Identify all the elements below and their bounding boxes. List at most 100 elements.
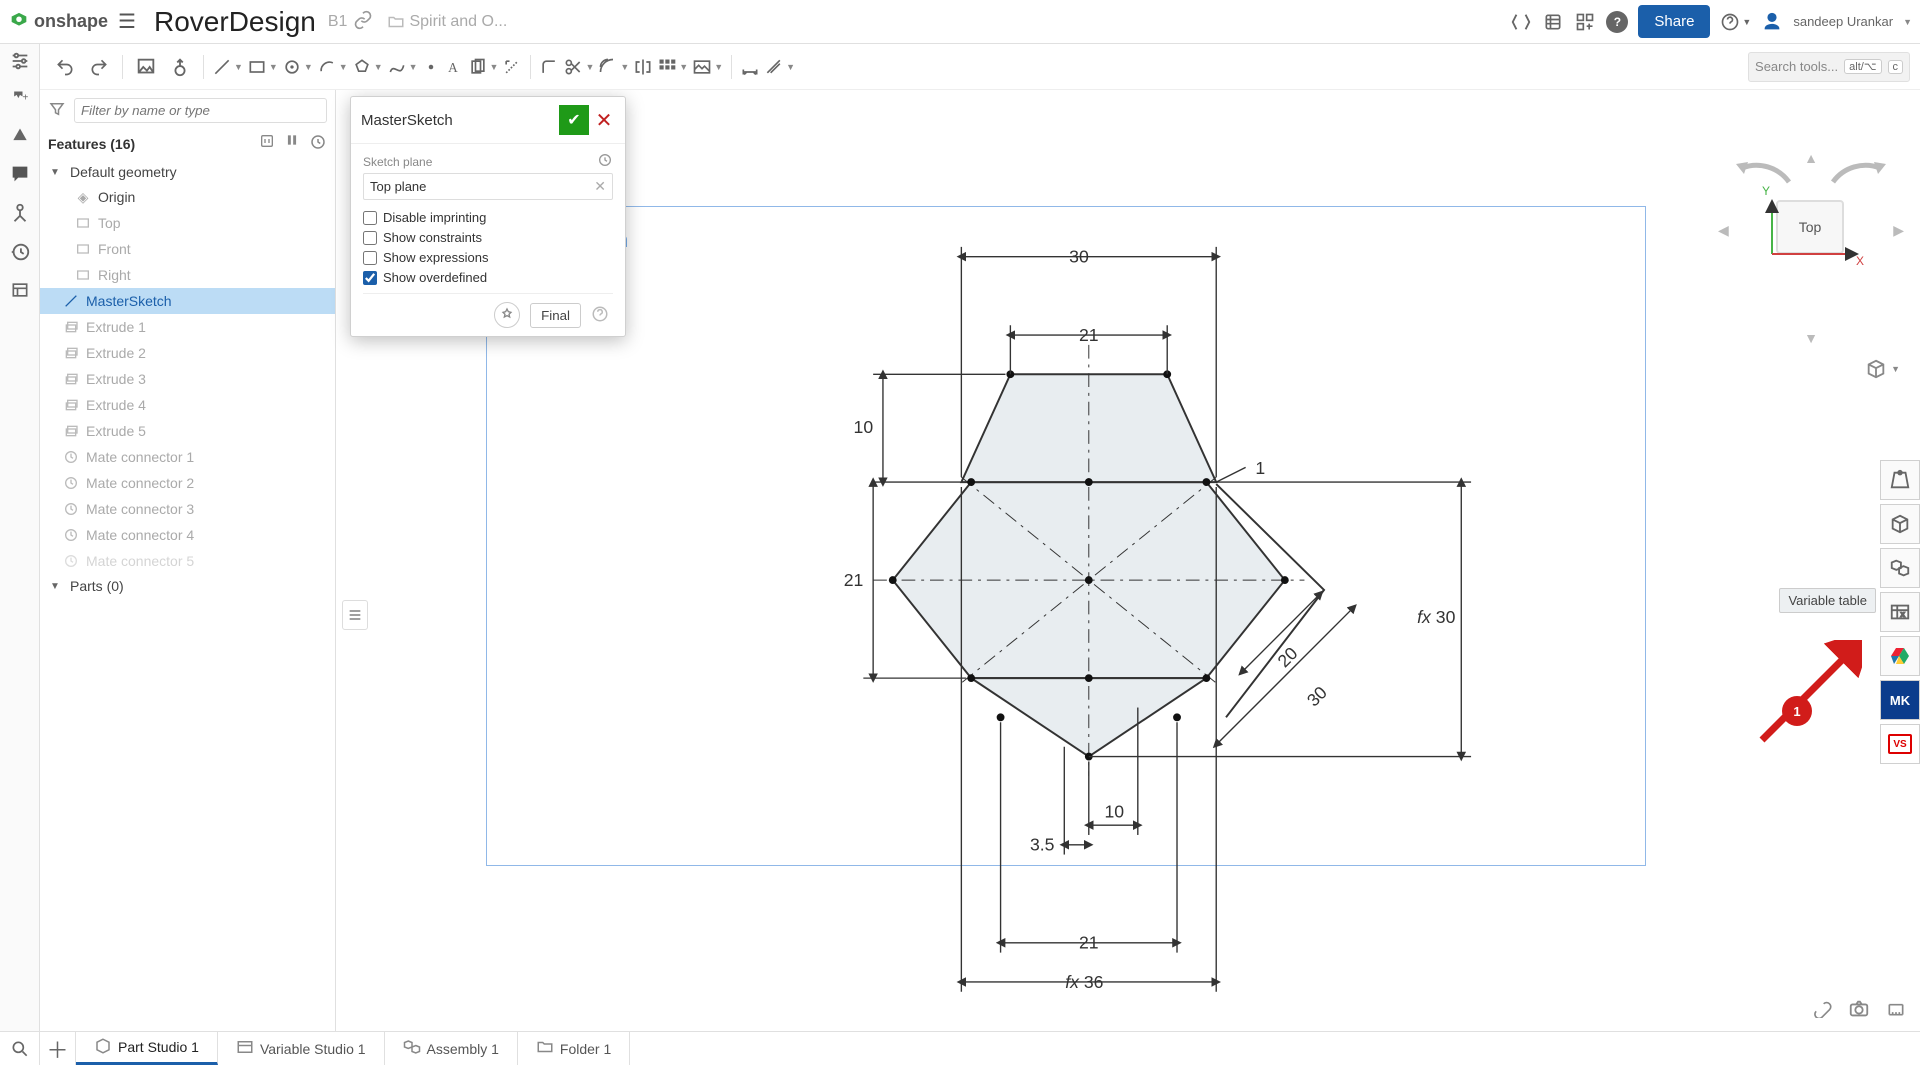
branch-label[interactable]: B1 [328,13,348,31]
sketch-accept-button[interactable]: ✔ [559,105,589,135]
dim-fx30[interactable]: fx 30 [1417,607,1455,627]
sketch-final-button[interactable]: Final [530,303,581,328]
polygon-tool[interactable]: ▼ [352,57,383,77]
dim-left-10[interactable]: 10 [854,417,874,437]
filter-icon[interactable] [48,100,66,121]
parts-node[interactable]: ▼Parts (0) [40,574,335,598]
panel-icon[interactable] [10,280,30,303]
render-mode-caret-icon[interactable]: ▼ [1891,364,1900,374]
view-up-icon[interactable]: ▲ [1804,150,1818,166]
use-tool[interactable]: ▼ [468,57,499,77]
dim-diag-20[interactable]: 20 [1274,643,1302,671]
chk-show-constraints[interactable]: Show constraints [363,230,613,245]
image-tool[interactable]: ▼ [692,57,723,77]
mirror-tool[interactable] [633,57,653,77]
view-left-icon[interactable]: ◀ [1718,222,1729,239]
sketch-plane-history-icon[interactable] [597,152,613,171]
extrude-5[interactable]: Extrude 5 [40,418,335,444]
suppress-icon[interactable] [259,133,275,154]
insert-icon[interactable]: + [10,89,30,112]
pattern-tool[interactable]: ▼ [657,57,688,77]
sketch-plane-clear-icon[interactable]: ✕ [594,178,606,195]
dim-bottom-21[interactable]: 21 [1079,933,1099,953]
mate-2[interactable]: Mate connector 2 [40,470,335,496]
user-menu-caret-icon[interactable]: ▼ [1903,17,1912,27]
versions-icon[interactable] [9,202,31,227]
dim-top-30[interactable]: 30 [1069,247,1089,267]
offset-tool[interactable]: ▼ [598,57,629,77]
dim-fx36[interactable]: fx 36 [1065,972,1103,992]
rr-variable-table-icon[interactable]: x [1880,592,1920,632]
dimension-tool[interactable] [740,57,760,77]
dim-diag-30[interactable]: 30 [1303,682,1331,710]
document-name[interactable]: RoverDesign [154,6,316,38]
dim-bottom-10[interactable]: 10 [1104,801,1124,821]
sketch-cancel-button[interactable]: ✕ [589,105,619,135]
pause-icon[interactable] [285,133,299,154]
add-tab-button[interactable]: ＋ [40,1032,76,1065]
iso-cube-icon[interactable] [1865,358,1887,380]
plane-front[interactable]: Front [40,236,335,262]
view-right-icon[interactable]: ▶ [1893,222,1904,239]
dim-left-21[interactable]: 21 [844,570,864,590]
plane-top[interactable]: Top [40,210,335,236]
chk-show-overdefined[interactable]: Show overdefined [363,270,613,285]
plane-right[interactable]: Right [40,262,335,288]
view-down-icon[interactable]: ▼ [1804,330,1818,346]
tab-part-studio[interactable]: Part Studio 1 [76,1032,218,1065]
link-icon[interactable] [353,10,373,33]
list-toggle-button[interactable] [342,600,368,630]
user-name-label[interactable]: sandeep Urankar [1793,14,1893,29]
rr-onshape-app-icon[interactable] [1880,636,1920,676]
redo-button[interactable] [84,52,114,82]
undo-button[interactable] [50,52,80,82]
mate-3[interactable]: Mate connector 3 [40,496,335,522]
origin-node[interactable]: ◈Origin [40,184,335,210]
app-store-icon[interactable] [1574,11,1596,33]
mate-5[interactable]: Mate connector 5 [40,548,335,574]
dim-top-21[interactable]: 21 [1079,325,1099,345]
rr-cube-icon[interactable] [1880,504,1920,544]
rr-vs-icon[interactable]: VS [1880,724,1920,764]
line-tool[interactable]: ▼ [212,57,243,77]
status-clip-icon[interactable] [1812,998,1832,1023]
sketch-plane-input[interactable]: Top plane✕ [363,173,613,200]
constraint-tool[interactable]: ▼ [764,57,795,77]
feature-filter-input[interactable] [74,98,327,123]
tab-menu-button[interactable] [0,1032,40,1065]
sketch-foot-icon[interactable] [494,302,520,328]
point-tool[interactable] [422,58,440,76]
history-icon[interactable] [9,241,31,266]
extrude-1[interactable]: Extrude 1 [40,314,335,340]
appearance-icon[interactable] [10,126,30,149]
main-menu-button[interactable]: ☰ [114,9,140,35]
status-units-icon[interactable] [1886,998,1906,1023]
view-cube[interactable]: ▲ ◀ ▶ Top Y X ▼ ▼ [1716,150,1906,380]
status-camera-icon[interactable] [1848,998,1870,1023]
chk-disable-imprinting[interactable]: Disable imprinting [363,210,613,225]
spline-tool[interactable]: ▼ [387,57,418,77]
arc-tool[interactable]: ▼ [317,57,348,77]
breadcrumb[interactable]: Spirit and O... [387,13,507,31]
bom-icon[interactable] [1542,11,1564,33]
help-menu[interactable]: ▼ [1720,12,1751,32]
extrude-button[interactable] [165,52,195,82]
dim-diag-1[interactable]: 1 [1255,458,1265,478]
rr-mass-icon[interactable] [1880,460,1920,500]
mastersketch-node[interactable]: MasterSketch [40,288,335,314]
onshape-logo[interactable]: onshape [8,11,108,33]
rollback-icon[interactable] [309,133,327,154]
comments-icon[interactable] [9,163,31,188]
rr-cubes-icon[interactable] [1880,548,1920,588]
rotate-cw-icon[interactable] [1828,158,1888,188]
sketch-button[interactable] [131,52,161,82]
settings-icon[interactable] [9,50,31,75]
mate-4[interactable]: Mate connector 4 [40,522,335,548]
rectangle-tool[interactable]: ▼ [247,57,278,77]
notifications-icon[interactable]: ? [1606,11,1628,33]
tool-search[interactable]: Search tools... alt/⌥ c [1748,52,1910,82]
tab-folder[interactable]: Folder 1 [518,1032,630,1065]
mate-1[interactable]: Mate connector 1 [40,444,335,470]
text-tool[interactable]: A [444,57,464,77]
fillet-tool[interactable] [539,57,559,77]
